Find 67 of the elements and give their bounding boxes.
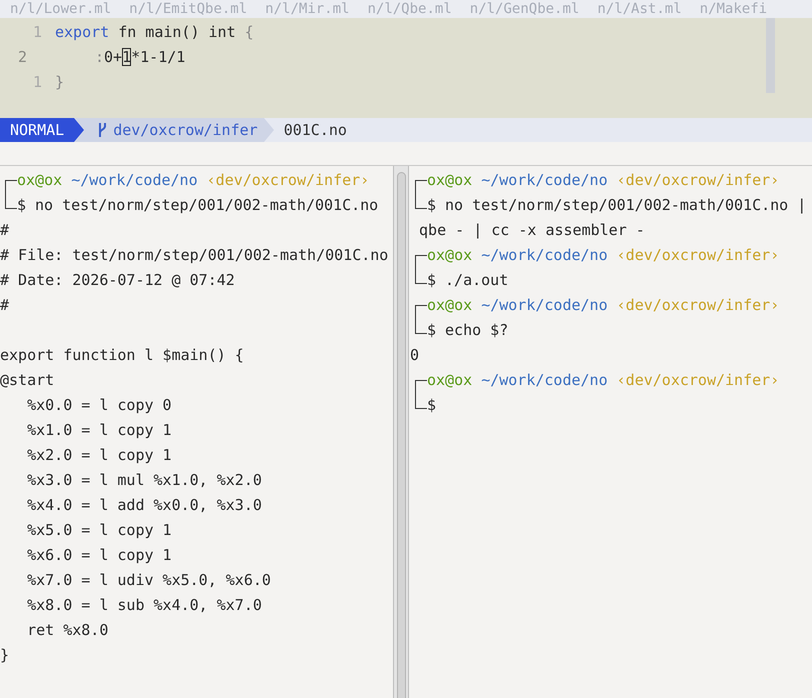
file-tab[interactable]: n/l/Mir.ml — [265, 0, 350, 18]
line-number: 2 — [17, 47, 28, 68]
prompt-bracket-drawing — [415, 380, 427, 409]
command-text: echo $? — [445, 320, 508, 341]
file-tab[interactable]: n/l/GenQbe.ml — [470, 0, 580, 18]
output-line: # — [0, 221, 10, 239]
command-text: ./a.out — [445, 270, 508, 291]
output-line: ret %x8.0 — [26, 621, 108, 639]
command-text: no test/norm/step/001/002-math/001C.no — [35, 195, 378, 216]
code-line: } — [55, 72, 64, 94]
prompt-symbol: $ — [17, 195, 26, 216]
command-text: no test/norm/step/001/002-math/001C.no | — [445, 195, 806, 216]
code-line: export fn main() int { — [55, 22, 254, 44]
output-line: export function l $main() { — [0, 346, 244, 364]
scrollbar[interactable] — [393, 166, 409, 698]
file-name: 001C.no — [282, 120, 347, 141]
prompt-user: ox@ox — [427, 371, 472, 389]
prompt-branch: ‹dev/oxcrow/infer› — [206, 171, 370, 189]
file-tab[interactable]: n/l/Lower.ml — [10, 0, 112, 18]
prompt-bracket-drawing — [415, 305, 427, 334]
output-line: %x0.0 = l copy 0 — [26, 396, 172, 414]
file-tab[interactable]: n/l/EmitQbe.ml — [129, 0, 248, 18]
prompt-user: ox@ox — [427, 246, 472, 264]
output-line: } — [0, 646, 10, 664]
git-branch-icon — [98, 122, 108, 138]
prompt-symbol: $ — [427, 195, 436, 216]
output-line: @start — [0, 371, 54, 389]
prompt-path: ~/work/code/no — [481, 371, 608, 389]
file-tab[interactable]: n/l/Ast.ml — [597, 0, 682, 18]
prompt-symbol: $ — [427, 270, 436, 291]
prompt-branch: ‹dev/oxcrow/infer› — [616, 296, 780, 314]
output-line: qbe - | cc -x assembler - — [418, 221, 645, 239]
scrollbar-thumb[interactable] — [396, 172, 406, 698]
mode-indicator: NORMAL — [0, 118, 74, 142]
prompt-branch: ‹dev/oxcrow/infer› — [616, 246, 780, 264]
output-line: # — [0, 296, 10, 314]
prompt-user: ox@ox — [17, 171, 62, 189]
prompt-user: ox@ox — [427, 296, 472, 314]
prompt-bracket-drawing — [415, 255, 427, 284]
output-line: %x7.0 = l udiv %x5.0, %x6.0 — [26, 571, 271, 589]
prompt-bracket-drawing — [5, 180, 17, 209]
prompt-bracket-drawing — [415, 180, 427, 209]
prompt-path: ~/work/code/no — [71, 171, 198, 189]
output-line: # File: test/norm/step/001/002-math/001C.no — [0, 246, 388, 264]
prompt-path: ~/work/code/no — [481, 296, 608, 314]
text-cursor: 1 — [122, 48, 132, 66]
prompt-branch: ‹dev/oxcrow/infer› — [616, 371, 780, 389]
prompt-path: ~/work/code/no — [481, 246, 608, 264]
output-line: %x5.0 = l copy 1 — [26, 521, 172, 539]
output-line: %x4.0 = l add %x0.0, %x3.0 — [26, 496, 262, 514]
code-line: :0+1*1-1/1 — [95, 47, 186, 68]
output-line: %x6.0 = l copy 1 — [26, 546, 172, 564]
prompt-symbol: $ — [427, 320, 436, 341]
file-tab[interactable]: n/l/Qbe.ml — [367, 0, 452, 18]
output-line: # Date: 2026-07-12 @ 07:42 — [0, 271, 235, 289]
output-line: %x1.0 = l copy 1 — [26, 421, 172, 439]
scrollbar[interactable] — [766, 18, 775, 93]
output-line: 0 — [410, 346, 420, 364]
output-line: %x2.0 = l copy 1 — [26, 446, 172, 464]
prompt-user: ox@ox — [427, 171, 472, 189]
prompt-symbol: $ — [427, 395, 436, 416]
file-tab[interactable]: n/Makefi — [700, 0, 768, 18]
output-line: %x8.0 = l sub %x4.0, %x7.0 — [26, 596, 262, 614]
prompt-branch: ‹dev/oxcrow/infer› — [616, 171, 780, 189]
branch-name: dev/oxcrow/infer — [113, 120, 258, 141]
prompt-path: ~/work/code/no — [481, 171, 608, 189]
output-line: %x3.0 = l mul %x1.0, %x2.0 — [26, 471, 262, 489]
